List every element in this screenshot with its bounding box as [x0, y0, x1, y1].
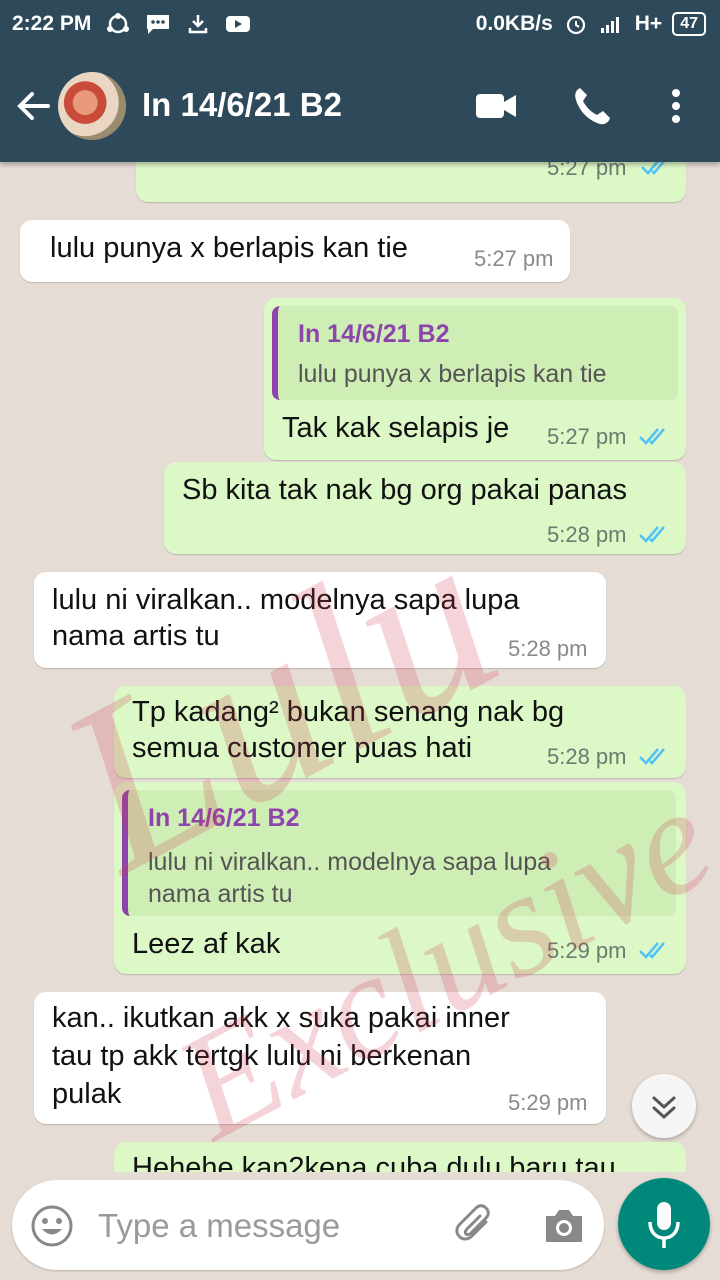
quoted-sender: In 14/6/21 B2 [148, 804, 300, 832]
message-text-line: nama artis tu [52, 620, 220, 652]
message-time: 5:27 pm [547, 424, 627, 449]
chat-title[interactable]: In 14/6/21 B2 [142, 86, 342, 124]
read-receipt-icon [639, 942, 665, 959]
message-text-line: lulu ni viralkan.. modelnya sapa lupa [52, 584, 520, 616]
voice-record-button[interactable] [618, 1178, 710, 1270]
message-text-line: Tp kadang² bukan senang nak bg [132, 696, 565, 728]
message-text-line: semua customer puas hati [132, 732, 473, 764]
message-time: 5:29 pm [508, 1090, 588, 1115]
quoted-message[interactable]: In 14/6/21 B2 lulu punya x berlapis kan … [272, 306, 678, 400]
camera-icon[interactable] [542, 1204, 586, 1248]
message-time: 5:29 pm [547, 938, 627, 963]
message-text: Tak kak selapis je [282, 412, 510, 444]
quoted-text: lulu punya x berlapis kan tie [298, 360, 607, 388]
message-bubble-incoming[interactable]: lulu ni viralkan.. modelnya sapa lupa na… [34, 572, 606, 668]
read-receipt-icon [639, 428, 665, 445]
network-type: H+ [634, 12, 663, 35]
chat-header: In 14/6/21 B2 [0, 50, 720, 162]
status-bar: 2:22 PM 0.0KB/s H+ 47 [0, 0, 720, 50]
back-arrow-icon[interactable] [14, 86, 54, 126]
more-options-icon[interactable] [654, 84, 698, 128]
message-time: 5:28 pm [547, 744, 627, 769]
scroll-to-bottom-button[interactable] [632, 1074, 696, 1138]
read-receipt-icon [641, 162, 666, 175]
quoted-text-line: lulu ni viralkan.. modelnya sapa lupa [148, 848, 552, 876]
message-text: Sb kita tak nak bg org pakai panas [182, 474, 627, 506]
message-icon [147, 15, 170, 34]
microphone-icon [648, 1202, 680, 1248]
alarm-icon [566, 15, 585, 35]
attach-icon[interactable] [452, 1202, 500, 1250]
signal-icon [600, 17, 619, 33]
message-text-line: tau tp akk tertgk lulu ni berkenan [52, 1040, 472, 1072]
message-bubble-outgoing[interactable]: In 14/6/21 B2 lulu punya x berlapis kan … [264, 298, 686, 460]
status-time: 2:22 PM [12, 12, 92, 35]
message-text-line: kan.. ikutkan akk x suka pakai inner [52, 1002, 510, 1034]
message-bubble-outgoing[interactable]: Sb kita tak nak bg org pakai panas 5:28 … [164, 462, 686, 554]
avatar[interactable] [58, 72, 126, 140]
message-bubble-incoming[interactable]: lulu punya x berlapis kan tie 5:27 pm [20, 220, 570, 282]
emoji-icon[interactable] [30, 1204, 74, 1248]
sync-icon [107, 13, 130, 34]
message-bubble-outgoing[interactable]: Hehehe kan2kena cuba dulu baru tau [114, 1142, 686, 1172]
message-time: 5:28 pm [547, 522, 627, 547]
voice-call-icon[interactable] [570, 84, 614, 128]
message-text: Leez af kak [132, 928, 281, 960]
message-time: 5:27 pm [547, 162, 627, 180]
quoted-text-line: nama artis tu [148, 880, 293, 908]
read-receipt-icon [639, 748, 665, 765]
message-bubble-incoming[interactable]: kan.. ikutkan akk x suka pakai inner tau… [34, 992, 606, 1124]
message-text-line: pulak [52, 1078, 122, 1110]
quoted-sender: In 14/6/21 B2 [298, 320, 450, 348]
message-input[interactable] [96, 1202, 440, 1250]
message-composer [12, 1180, 604, 1270]
download-icon [189, 15, 208, 34]
quoted-message[interactable]: In 14/6/21 B2 lulu ni viralkan.. modelny… [122, 790, 676, 916]
message-bubble-outgoing[interactable]: 5:27 pm [136, 162, 686, 202]
message-time: 5:27 pm [474, 246, 554, 271]
message-bubble-outgoing[interactable]: In 14/6/21 B2 lulu ni viralkan.. modelny… [114, 782, 686, 974]
battery-icon: 47 [672, 12, 706, 36]
network-speed: 0.0KB/s [475, 12, 553, 35]
message-bubble-outgoing[interactable]: Tp kadang² bukan senang nak bg semua cus… [114, 686, 686, 778]
youtube-icon [226, 16, 251, 32]
message-time: 5:28 pm [508, 636, 588, 661]
read-receipt-icon [639, 526, 665, 543]
double-chevron-down-icon [652, 1096, 676, 1120]
message-text: lulu punya x berlapis kan tie [50, 232, 408, 264]
message-list[interactable]: 5:27 pm lulu punya x berlapis kan tie 5:… [0, 162, 720, 1172]
video-call-icon[interactable] [474, 84, 518, 128]
message-text: Hehehe kan2kena cuba dulu baru tau [132, 1152, 616, 1172]
